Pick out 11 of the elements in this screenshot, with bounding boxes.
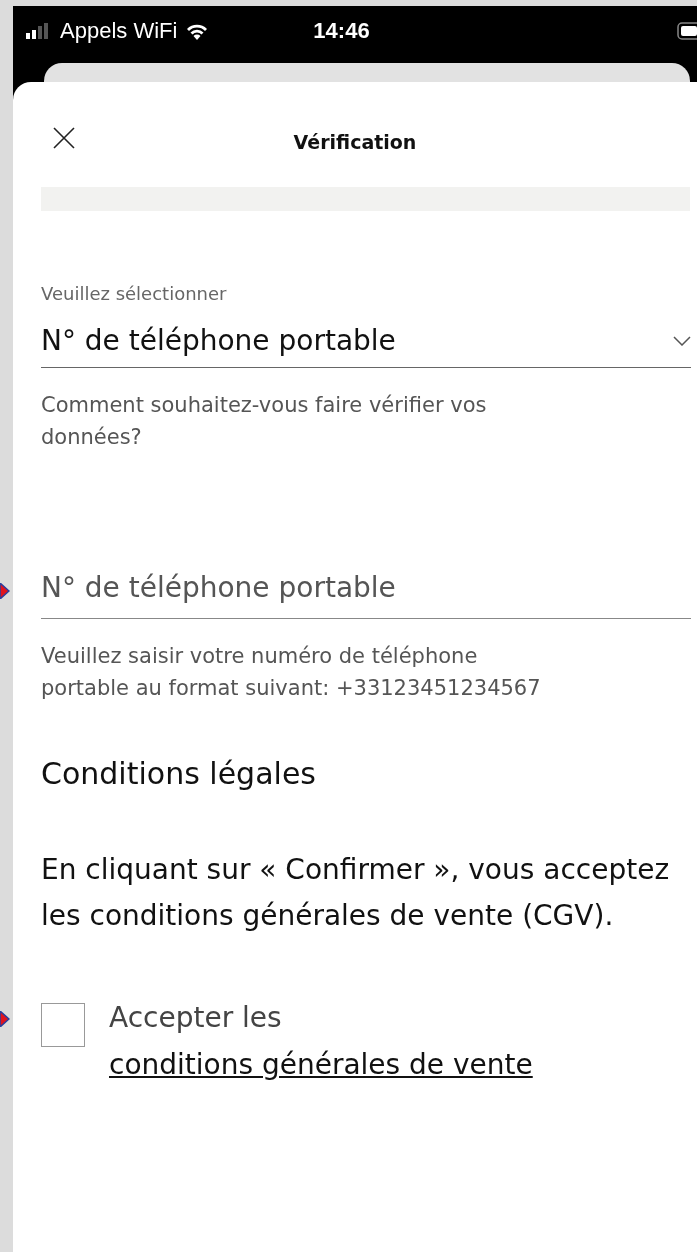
legal-text: En cliquant sur « Confirmer », vous acceptez les conditions générales de vente (CGV). [41,852,671,935]
help-text: Comment souhaitez-vous faire vérifier vos données? [41,392,488,451]
carrier-name: Appels WiFi [60,18,178,44]
method-select[interactable]: Veuillez sélectionner N° de téléphone portable [41,283,691,368]
checkbox-label: Accepter les conditions générales de vente [109,1000,534,1083]
clock-time: 14:46 [313,18,370,44]
phone-number-field[interactable]: N° de téléphone portable [41,571,691,619]
screen-title: Vérification [293,130,417,153]
terms-link[interactable]: conditions générales de vente [109,1047,533,1081]
section-heading: Conditions légales [41,756,317,791]
help-text: Veuillez saisir votre numéro de téléphone portable au format suivant: +33123451234567 [41,643,542,702]
